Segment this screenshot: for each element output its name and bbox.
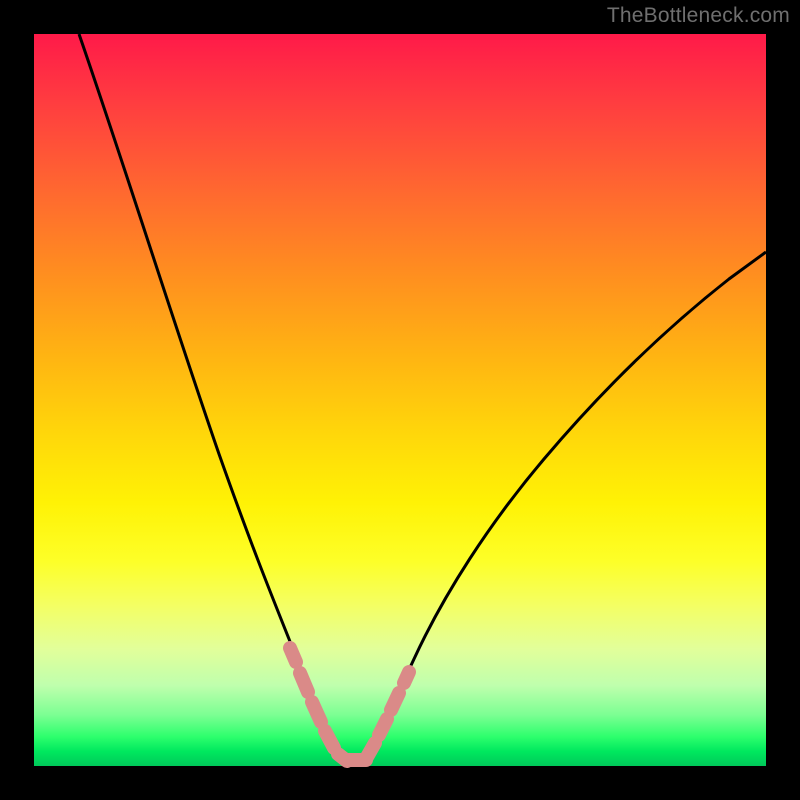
valley-markers-left (290, 648, 347, 761)
curve-right-branch (364, 252, 766, 761)
plot-area (34, 34, 766, 766)
watermark-text: TheBottleneck.com (607, 4, 790, 28)
outer-frame: TheBottleneck.com (0, 0, 800, 800)
valley-markers-right (367, 672, 409, 757)
curve-left-branch (79, 34, 346, 761)
chart-svg (34, 34, 766, 766)
